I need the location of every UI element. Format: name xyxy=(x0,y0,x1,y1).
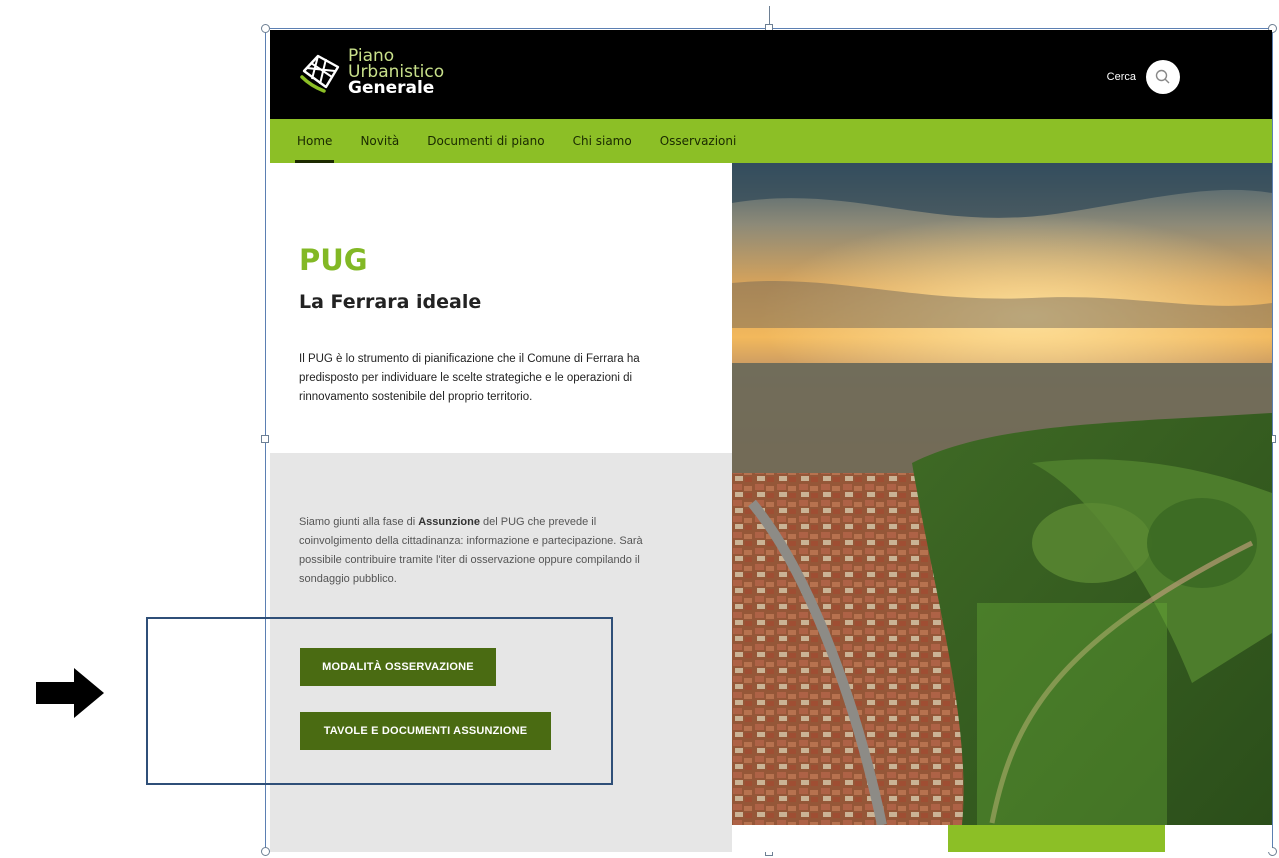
hero-subtitle: La Ferrara ideale xyxy=(299,291,482,313)
resize-handle-top-left[interactable] xyxy=(261,24,270,33)
assunzione-text: Siamo giunti alla fase di Assunzione del… xyxy=(299,516,643,585)
search-label[interactable]: Cerca xyxy=(1107,71,1136,83)
site-logo[interactable]: Piano Urbanistico Generale xyxy=(300,48,444,98)
search-icon xyxy=(1155,69,1170,84)
right-arrow-icon xyxy=(36,668,104,718)
main-nav: Home Novità Documenti di piano Chi siamo… xyxy=(270,119,1272,163)
footer-accent-strip xyxy=(948,825,1165,852)
city-map-logo-icon xyxy=(300,54,340,93)
search-button[interactable] xyxy=(1146,60,1180,94)
nav-item-home[interactable]: Home xyxy=(294,119,335,163)
ferrara-aerial-photo xyxy=(732,163,1272,825)
resize-handle-bottom-left[interactable] xyxy=(261,847,270,856)
nav-item-chi-siamo[interactable]: Chi siamo xyxy=(573,119,632,163)
resize-handle-left[interactable] xyxy=(261,435,269,443)
search-area: Cerca xyxy=(1107,60,1180,94)
hero-title: PUG xyxy=(299,243,368,277)
nav-item-novita[interactable]: Novità xyxy=(360,119,399,163)
nav-item-documenti-di-piano[interactable]: Documenti di piano xyxy=(427,119,544,163)
hero-section: PUG La Ferrara ideale Il PUG è lo strume… xyxy=(270,163,732,453)
logo-line-3: Generale xyxy=(348,78,435,98)
hero-description: Il PUG è lo strumento di pianificazione … xyxy=(299,353,640,403)
highlight-annotation-box xyxy=(146,617,613,785)
nav-item-osservazioni[interactable]: Osservazioni xyxy=(660,119,737,163)
site-header: Piano Urbanistico Generale Cerca xyxy=(270,30,1272,119)
